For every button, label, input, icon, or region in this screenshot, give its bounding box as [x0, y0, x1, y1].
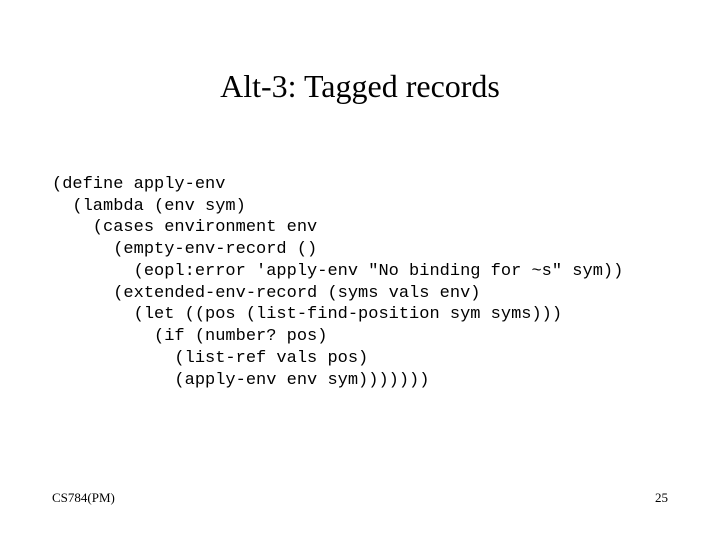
code-line: (if (number? pos)	[52, 327, 327, 346]
code-line: (apply-env env sym)))))))	[52, 371, 429, 390]
code-line: (empty-env-record ()	[52, 240, 317, 259]
code-line: (let ((pos (list-find-position sym syms)…	[52, 305, 562, 324]
page-number: 25	[655, 490, 668, 506]
code-line: (lambda (env sym)	[52, 197, 246, 216]
code-line: (eopl:error 'apply-env "No binding for ~…	[52, 262, 623, 281]
code-line: (extended-env-record (syms vals env)	[52, 284, 480, 303]
code-line: (define apply-env	[52, 175, 225, 194]
slide: Alt-3: Tagged records (define apply-env …	[0, 0, 720, 540]
code-line: (list-ref vals pos)	[52, 349, 368, 368]
code-line: (cases environment env	[52, 218, 317, 237]
slide-title: Alt-3: Tagged records	[0, 68, 720, 105]
code-block: (define apply-env (lambda (env sym) (cas…	[52, 152, 623, 391]
footer-left: CS784(PM)	[52, 490, 115, 506]
